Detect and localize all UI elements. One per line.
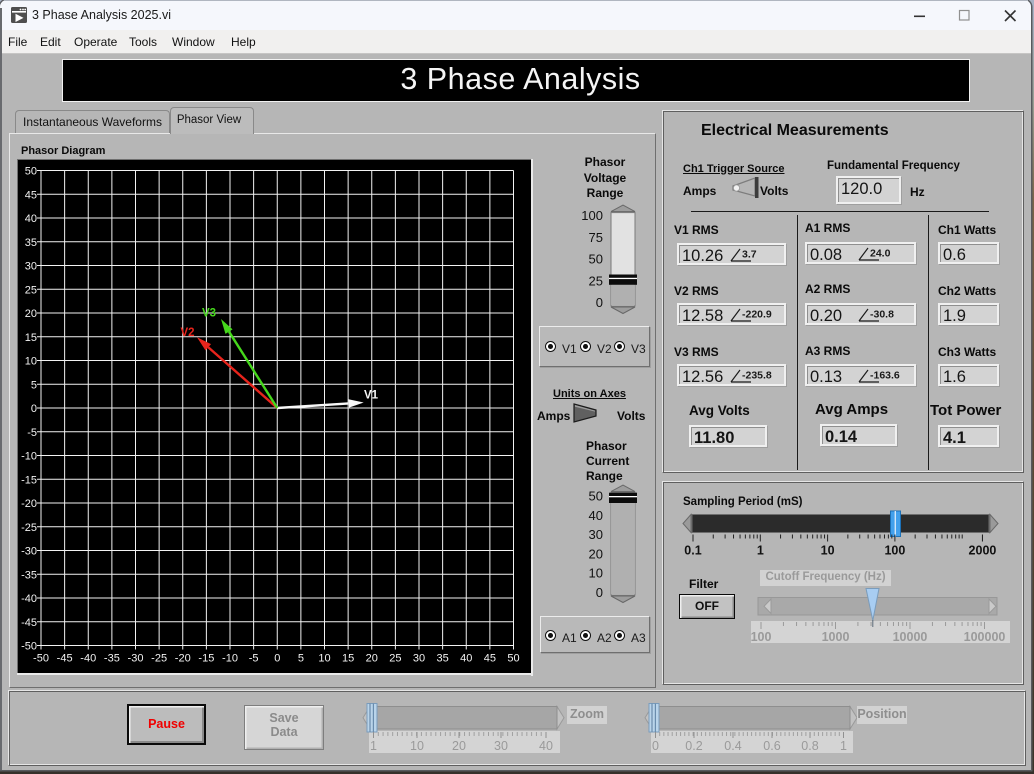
svg-text:-35: -35: [104, 653, 120, 665]
svg-text:-45: -45: [21, 617, 37, 629]
svg-text:-20: -20: [21, 498, 37, 510]
svg-text:35: 35: [437, 653, 449, 665]
svg-text:0.4: 0.4: [724, 739, 741, 753]
svg-text:-40: -40: [21, 593, 37, 605]
svg-text:25: 25: [389, 653, 401, 665]
svg-text:20: 20: [25, 308, 37, 320]
svg-text:10000: 10000: [893, 630, 928, 644]
svg-text:15: 15: [342, 653, 354, 665]
svg-text:0: 0: [652, 739, 659, 753]
svg-text:25: 25: [25, 284, 37, 296]
svg-text:40: 40: [460, 653, 472, 665]
svg-text:45: 45: [25, 189, 37, 201]
svg-text:40: 40: [25, 213, 37, 225]
svg-text:24.0: 24.0: [870, 248, 891, 260]
svg-text:100000: 100000: [964, 630, 1006, 644]
svg-text:-25: -25: [21, 522, 37, 534]
svg-text:-220.9: -220.9: [742, 309, 772, 321]
svg-text:2000: 2000: [969, 544, 997, 557]
svg-text:-10: -10: [222, 653, 238, 665]
svg-text:45: 45: [484, 653, 496, 665]
svg-text:3.7: 3.7: [742, 249, 757, 261]
svg-text:0: 0: [596, 585, 603, 600]
svg-text:V3: V3: [202, 308, 216, 320]
svg-text:40: 40: [589, 508, 603, 523]
svg-text:-20: -20: [175, 653, 191, 665]
svg-text:10: 10: [589, 566, 603, 581]
svg-text:50: 50: [507, 653, 519, 665]
svg-text:10: 10: [25, 356, 37, 368]
svg-text:-5: -5: [249, 653, 259, 665]
svg-text:0: 0: [31, 403, 37, 415]
svg-text:0.8: 0.8: [801, 739, 818, 753]
svg-text:-5: -5: [27, 427, 37, 439]
svg-text:5: 5: [31, 379, 37, 391]
svg-text:-40: -40: [80, 653, 96, 665]
svg-text:-35: -35: [21, 569, 37, 581]
svg-text:-15: -15: [198, 653, 214, 665]
svg-text:-15: -15: [21, 474, 37, 486]
svg-text:30: 30: [25, 261, 37, 273]
svg-text:15: 15: [25, 332, 37, 344]
svg-text:10: 10: [318, 653, 330, 665]
svg-text:1: 1: [840, 739, 847, 753]
svg-text:-10: -10: [21, 451, 37, 463]
svg-text:40: 40: [539, 739, 553, 753]
svg-text:100: 100: [751, 630, 772, 644]
svg-text:-30: -30: [21, 546, 37, 558]
svg-text:30: 30: [494, 739, 508, 753]
svg-text:V1: V1: [364, 390, 379, 402]
svg-text:-30.8: -30.8: [870, 309, 894, 321]
svg-text:35: 35: [25, 237, 37, 249]
svg-text:20: 20: [366, 653, 378, 665]
svg-text:10: 10: [410, 739, 424, 753]
svg-text:-235.8: -235.8: [742, 370, 772, 382]
svg-text:100: 100: [884, 544, 905, 557]
svg-text:75: 75: [589, 230, 603, 245]
svg-text:20: 20: [589, 546, 603, 561]
svg-text:30: 30: [589, 527, 603, 542]
svg-text:10: 10: [821, 544, 835, 557]
svg-text:20: 20: [452, 739, 466, 753]
svg-text:-25: -25: [151, 653, 167, 665]
svg-text:-45: -45: [57, 653, 73, 665]
svg-text:50: 50: [589, 489, 603, 504]
svg-text:50: 50: [25, 166, 37, 178]
svg-text:-30: -30: [128, 653, 144, 665]
svg-text:V2: V2: [181, 327, 195, 339]
svg-text:30: 30: [413, 653, 425, 665]
svg-text:-50: -50: [21, 641, 37, 653]
svg-text:5: 5: [298, 653, 304, 665]
svg-text:0.1: 0.1: [684, 544, 701, 557]
svg-text:1: 1: [370, 739, 377, 753]
svg-text:0: 0: [274, 653, 280, 665]
svg-text:25: 25: [589, 273, 603, 288]
svg-text:1000: 1000: [822, 630, 850, 644]
svg-text:1: 1: [757, 544, 764, 557]
svg-text:100: 100: [581, 208, 603, 223]
svg-text:-50: -50: [33, 653, 49, 665]
svg-text:-163.6: -163.6: [870, 370, 900, 382]
svg-text:0.6: 0.6: [763, 739, 780, 753]
svg-text:0.2: 0.2: [685, 739, 702, 753]
svg-text:50: 50: [589, 252, 603, 267]
svg-text:0: 0: [596, 295, 603, 310]
